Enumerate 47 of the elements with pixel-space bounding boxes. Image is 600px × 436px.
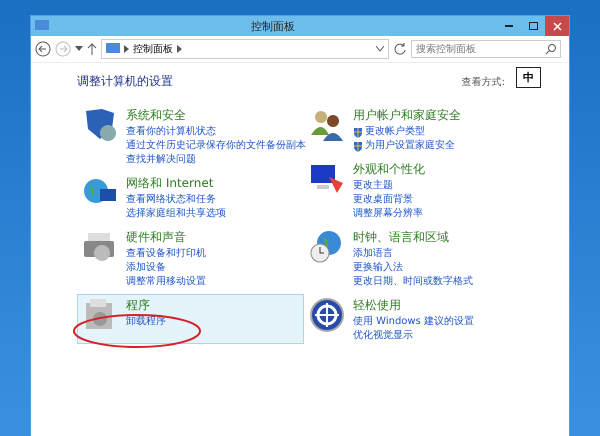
back-icon[interactable] [35,41,51,57]
control-panel-icon [106,43,120,55]
minimize-icon [505,25,513,27]
close-button[interactable] [545,16,569,36]
page-heading: 调整计算机的设置 [77,73,173,90]
category-link[interactable]: 更改日期、时间或数字格式 [353,275,473,289]
category-link[interactable]: 添加设备 [126,261,206,275]
refresh-icon[interactable] [393,42,407,56]
category-link[interactable]: 更换输入法 [353,261,473,275]
category-link[interactable]: 查看设备和打印机 [126,247,206,261]
category-link[interactable]: 调整常用移动设置 [126,275,206,289]
category-title[interactable]: 外观和个性化 [353,161,425,178]
category-title[interactable]: 网络和 Internet [126,175,226,192]
dropdown-caret-icon[interactable] [75,46,83,52]
up-arrow-icon[interactable] [87,43,97,55]
category-link[interactable]: 更改帐户类型 [353,125,461,139]
category-title[interactable]: 轻松使用 [353,297,474,314]
category-link[interactable]: 优化视觉显示 [353,329,474,343]
category-link[interactable]: 更改主题 [353,179,425,193]
category-link[interactable]: 添加语言 [353,247,473,261]
category-title[interactable]: 时钟、语言和区域 [353,229,473,246]
view-by-label: 查看方式: [462,76,505,88]
chevron-icon [124,45,129,53]
category-title[interactable]: 硬件和声音 [126,229,206,246]
category-link[interactable]: 选择家庭组和共享选项 [126,207,226,221]
breadcrumb[interactable]: 控制面板 [133,42,173,56]
close-icon [552,22,562,30]
category-title[interactable]: 系统和安全 [126,107,306,124]
category-link[interactable]: 查看你的计算机状态 [126,125,306,139]
category-link[interactable]: 查找并解决问题 [126,153,306,167]
chevron-icon [177,45,182,53]
maximize-icon [528,22,538,30]
category-link[interactable]: 为用户设置家庭安全 [353,139,461,153]
category-link[interactable]: 调整屏幕分辨率 [353,207,425,221]
window-title: 控制面板 [250,18,296,34]
search-field[interactable]: 搜索控制面板 [411,40,561,58]
accessibility-icon [309,297,345,333]
control-panel-icon [35,20,49,32]
category-title[interactable]: 用户帐户和家庭安全 [353,107,461,124]
category-link[interactable]: 通过文件历史记录保存你的文件备份副本 [126,139,306,153]
address-bar[interactable]: 控制面板 [101,39,389,59]
category-title[interactable]: 程序 [126,297,166,314]
category-link[interactable]: 查看网络状态和任务 [126,193,226,207]
ime-indicator: 中 [516,67,541,88]
dropdown-caret-icon[interactable] [376,46,384,52]
category-link[interactable]: 使用 Windows 建议的设置 [353,315,474,329]
category-link[interactable]: 更改桌面背景 [353,193,425,207]
